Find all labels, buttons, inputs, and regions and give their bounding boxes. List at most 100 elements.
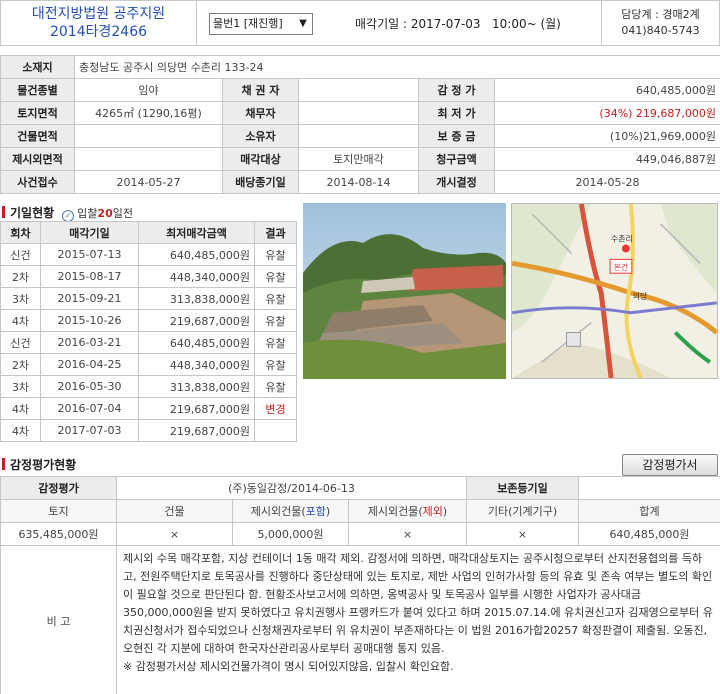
other-value: × — [466, 522, 579, 546]
note-label: 비 고 — [0, 545, 117, 694]
debtor-label: 채무자 — [222, 101, 299, 125]
map-place-label: 수촌리 — [611, 235, 633, 244]
table-row: 신건 2016-03-21 640,485,000원 유찰 — [0, 331, 297, 354]
auction-history-table: 회차 매각기일 최저매각금액 결과 신건 2015-07-13 640,485,00… — [0, 221, 297, 442]
history-date: 2016-05-30 — [40, 375, 139, 398]
dividend-value: 2014-08-14 — [298, 170, 419, 194]
table-row: 사건접수 2014-05-27 배당종기일 2014-08-14 개시결정 20… — [0, 170, 720, 194]
item-select[interactable]: 물번1 [재진행] ▼ — [209, 13, 313, 35]
history-date: 2015-07-13 — [40, 243, 139, 266]
history-result: 유찰 — [254, 243, 297, 266]
claim-label: 청구금액 — [418, 147, 495, 171]
col-price: 최저매각금액 — [138, 221, 255, 244]
type-value: 임야 — [74, 78, 223, 102]
map-place-label: 의당 — [633, 291, 648, 301]
table-row: 635,485,000원 × 5,000,000원 × × 640,485,00… — [0, 522, 720, 546]
min-price-value: (34%) 219,687,000원 — [493, 101, 720, 125]
appraisal-title: 감정평가현황 — [2, 456, 76, 473]
history-price: 640,485,000원 — [138, 243, 255, 266]
history-price: 219,687,000원 — [138, 397, 255, 420]
debtor-value — [298, 101, 419, 125]
history-result: 유찰 — [254, 265, 297, 288]
col-land: 토지 — [0, 499, 117, 523]
col-excluded-included: 제시외건물(포함) — [232, 499, 349, 523]
col-excl-word: 제외 — [422, 505, 443, 518]
excluded-area-value — [74, 147, 223, 171]
court-name: 대전지방법원 공주지원 — [31, 6, 166, 22]
history-title-text: 기일현황 — [10, 206, 55, 220]
excluded-area-label: 제시외면적 — [0, 147, 75, 171]
appraiser-value: (주)동일감정/2014-06-13 — [116, 476, 467, 500]
creditor-value — [298, 78, 419, 102]
countdown-days: 20 — [97, 207, 113, 220]
history-price: 219,687,000원 — [138, 419, 255, 442]
dividend-label: 배당종기일 — [222, 170, 299, 194]
history-result — [254, 419, 297, 442]
col-round: 회차 — [0, 221, 41, 244]
start-value: 2014-05-28 — [493, 170, 720, 194]
col-close-paren: ) — [325, 505, 331, 518]
history-date: 2015-08-17 — [40, 265, 139, 288]
included-value: 5,000,000원 — [232, 522, 349, 546]
history-round: 3차 — [0, 287, 41, 310]
col-incl-word: 포함 — [305, 505, 326, 518]
item-select-value: 물번1 [재진행] — [213, 17, 283, 30]
history-date: 2016-03-21 — [40, 331, 139, 354]
history-price: 219,687,000원 — [138, 309, 255, 332]
appraiser-label: 감정평가 — [0, 476, 117, 500]
table-row: 물건종별 임야 채 권 자 감 정 가 640,485,000원 — [0, 78, 720, 102]
history-price: 448,340,000원 — [138, 265, 255, 288]
bid-countdown: ✓ 입찰20일전 — [62, 207, 133, 222]
section-marker — [2, 206, 5, 218]
appraisal-table: 감정평가 (주)동일감정/2014-06-13 보존등기일 토지 건물 제시외건… — [0, 476, 720, 694]
table-header-row: 토지 건물 제시외건물(포함) 제시외건물(제외) 기타(기계기구) 합계 — [0, 499, 720, 523]
table-row: 건물면적 소유자 보 증 금 (10%)21,969,000원 — [0, 124, 720, 148]
owner-label: 소유자 — [222, 124, 299, 148]
history-round: 신건 — [0, 243, 41, 266]
deposit-value: (10%)21,969,000원 — [493, 124, 720, 148]
contact-block: 담당계 : 경매2계 041)840-5743 — [601, 1, 719, 45]
appraisal-report-button[interactable]: 감정평가서 — [622, 454, 718, 476]
location-map[interactable]: 본건 수촌리 의당 — [511, 203, 718, 379]
chevron-down-icon[interactable]: ▼ — [296, 16, 310, 32]
note-body: 제시외 수목 매각포함, 지상 컨테이너 1동 매각 제외. 감정서에 의하면,… — [123, 552, 713, 655]
min-price-label: 최 저 가 — [418, 101, 495, 125]
col-date: 매각기일 — [40, 221, 139, 244]
building-area-value — [74, 124, 223, 148]
table-header-row: 회차 매각기일 최저매각금액 결과 — [0, 221, 297, 244]
appraisal-title-text: 감정평가현황 — [10, 458, 77, 472]
case-info-table: 소재지 충청남도 공주시 의당면 수촌리 133-24 물건종별 임야 채 권 … — [0, 55, 720, 194]
note-warning: ※ 감정평가서상 제시외건물가격이 명시 되어있지않음, 입찰시 확인요함. — [123, 660, 454, 673]
appraisal-value: 640,485,000원 — [493, 78, 720, 102]
deposit-label: 보 증 금 — [418, 124, 495, 148]
history-round: 4차 — [0, 309, 41, 332]
property-photo — [303, 203, 506, 379]
history-date: 2016-07-04 — [40, 397, 139, 420]
col-building: 건물 — [116, 499, 233, 523]
location-label: 소재지 — [0, 55, 75, 79]
table-row: 2차 2016-04-25 448,340,000원 유찰 — [0, 353, 297, 376]
table-row: 비 고 제시외 수목 매각포함, 지상 컨테이너 1동 매각 제외. 감정서에 … — [0, 545, 720, 694]
note-text: 제시외 수목 매각포함, 지상 컨테이너 1동 매각 제외. 감정서에 의하면,… — [116, 545, 720, 694]
history-date: 2016-04-25 — [40, 353, 139, 376]
table-row: 제시외면적 매각대상 토지만매각 청구금액 449,046,887원 — [0, 147, 720, 171]
receipt-value: 2014-05-27 — [74, 170, 223, 194]
col-total: 합계 — [578, 499, 720, 523]
sale-target-label: 매각대상 — [222, 147, 299, 171]
history-round: 4차 — [0, 419, 41, 442]
excluded-value: × — [348, 522, 467, 546]
registration-value — [578, 476, 720, 500]
case-header: 대전지방법원 공주지원 2014타경2466 물번1 [재진행] ▼ 매각기일 … — [0, 0, 720, 46]
table-row: 신건 2015-07-13 640,485,000원 유찰 — [0, 243, 297, 266]
table-row: 4차 2015-10-26 219,687,000원 유찰 — [0, 309, 297, 332]
dept-label: 담당계 : 경매2계 — [621, 8, 700, 21]
history-result: 유찰 — [254, 353, 297, 376]
court-block: 대전지방법원 공주지원 2014타경2466 — [1, 1, 197, 45]
history-price: 640,485,000원 — [138, 331, 255, 354]
appraisal-label: 감 정 가 — [418, 78, 495, 102]
table-row: 토지면적 4265㎡ (1290,16평) 채무자 최 저 가 (34%) 21… — [0, 101, 720, 125]
history-result: 유찰 — [254, 331, 297, 354]
col-close-paren: ) — [442, 505, 448, 518]
col-incl-prefix: 제시외건물( — [250, 505, 306, 518]
table-row: 2차 2015-08-17 448,340,000원 유찰 — [0, 265, 297, 288]
